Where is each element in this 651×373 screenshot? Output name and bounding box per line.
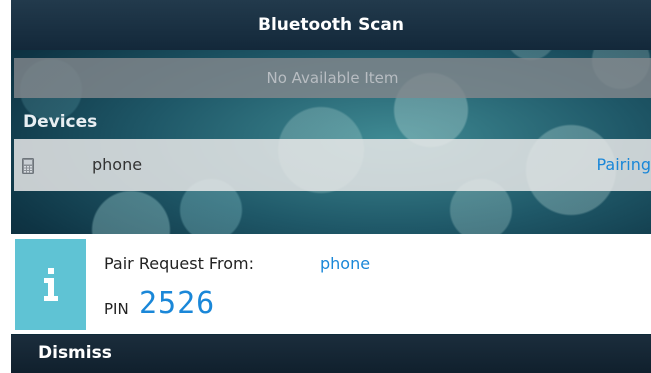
phone-screen: Bluetooth Scan No Available Item Devices… [11, 0, 651, 373]
softkey-bar: Dismiss [11, 335, 651, 373]
pin-value: 2526 [139, 286, 216, 321]
pair-request-device: phone [320, 254, 371, 273]
device-row-phone[interactable]: phone Pairing [14, 139, 651, 191]
scan-list-empty: No Available Item [14, 58, 651, 98]
mobile-phone-icon [22, 158, 34, 174]
empty-message: No Available Item [266, 69, 399, 87]
pair-request-dialog: Pair Request From: phone PIN 2526 [11, 234, 651, 334]
device-name: phone [92, 155, 143, 174]
pair-request-label: Pair Request From: [104, 254, 254, 273]
page-title: Bluetooth Scan [258, 15, 404, 35]
title-bar: Bluetooth Scan [11, 0, 651, 50]
device-status: Pairing [596, 155, 651, 174]
info-icon [15, 239, 86, 330]
dismiss-button[interactable]: Dismiss [38, 343, 112, 363]
devices-section-label: Devices [23, 112, 98, 132]
pin-label: PIN [104, 300, 129, 318]
